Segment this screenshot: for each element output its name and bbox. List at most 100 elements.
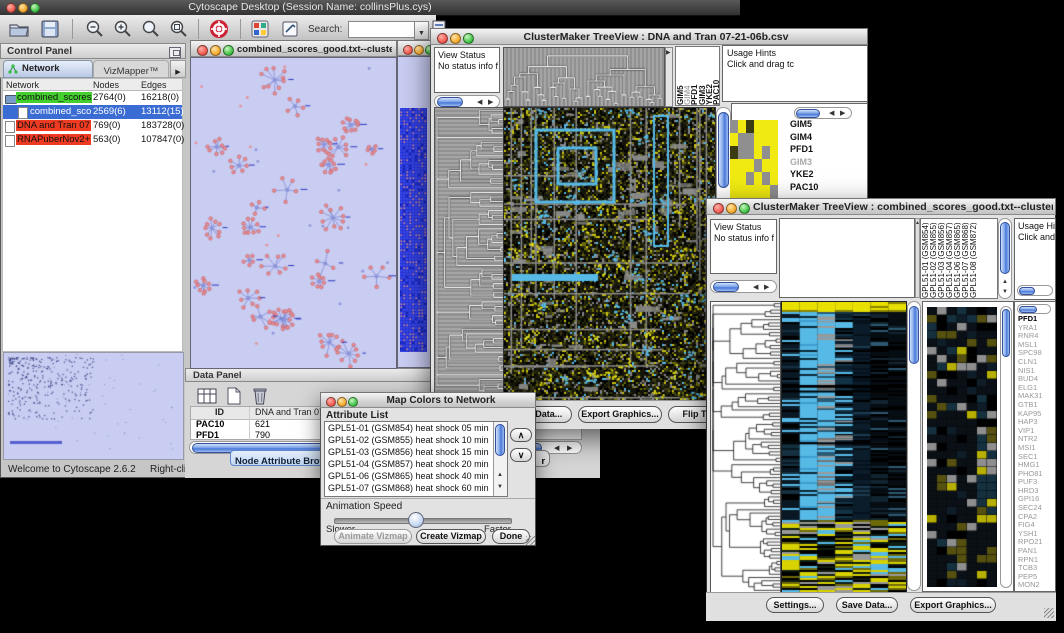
- tv2-heatmap[interactable]: [781, 301, 907, 593]
- network-row[interactable]: combined_sco2569(6)13112(15): [3, 105, 182, 119]
- scroll-left-icon[interactable]: ◀: [477, 99, 482, 106]
- attribute-list-item[interactable]: GPL51-03 (GSM856) heat shock 15 min: [325, 446, 493, 458]
- column-header-network[interactable]: Network: [6, 80, 39, 90]
- annotation-icon[interactable]: [280, 19, 300, 39]
- minimize-icon[interactable]: [414, 45, 424, 55]
- tv2-status-scrollbar[interactable]: ◀ ▶: [710, 280, 777, 293]
- move-up-button[interactable]: ∧: [510, 428, 532, 442]
- control-panel-header: Control Panel: [0, 43, 186, 59]
- tab-overflow-button[interactable]: ▶: [170, 60, 186, 78]
- new-document-icon[interactable]: [224, 386, 244, 406]
- id-column-header[interactable]: ID: [215, 407, 224, 417]
- network-frame1-title-bar[interactable]: combined_scores_good.txt--cluste...: [190, 40, 397, 57]
- close-icon[interactable]: [6, 3, 16, 13]
- network-view-canvas[interactable]: [190, 57, 397, 369]
- attribute-list-item[interactable]: GPL51-06 (GSM865) heat shock 40 min: [325, 470, 493, 482]
- minimize-icon[interactable]: [450, 33, 461, 44]
- scroll-up-icon[interactable]: ▲: [497, 472, 503, 479]
- tv1-dendro-strip[interactable]: ▶: [665, 47, 673, 107]
- tv1-summary-heatmap[interactable]: [730, 120, 780, 198]
- close-icon[interactable]: [713, 203, 724, 214]
- dialog-button-animate-vizmap[interactable]: Animate Vizmap: [334, 529, 412, 544]
- dialog-resize-grip[interactable]: [526, 536, 535, 545]
- scroll-right-icon[interactable]: ▶: [567, 445, 572, 452]
- zoom-window-icon[interactable]: [223, 45, 234, 56]
- tv1-button-export-graphics-[interactable]: Export Graphics...: [578, 406, 662, 423]
- network-row[interactable]: RNAPuberNov2+563(0)107847(0): [3, 133, 182, 147]
- tv1-row-dendrogram[interactable]: [434, 107, 504, 401]
- attribute-list-item[interactable]: GPL51-07 (GSM868) heat shock 60 min: [325, 482, 493, 494]
- dialog-button-create-vizmap[interactable]: Create Vizmap: [416, 529, 486, 544]
- minimize-icon[interactable]: [337, 397, 347, 407]
- zoom-window-icon[interactable]: [30, 3, 40, 13]
- tv2-hints-scrollbar[interactable]: [1017, 285, 1053, 296]
- open-file-icon[interactable]: [8, 19, 30, 39]
- tab-network[interactable]: Network: [3, 60, 93, 78]
- save-icon[interactable]: [40, 19, 60, 39]
- attribute-list-item[interactable]: GPL51-02 (GSM855) heat shock 10 min: [325, 434, 493, 446]
- tv2-button-export-graphics-[interactable]: Export Graphics...: [910, 597, 996, 613]
- close-icon[interactable]: [326, 397, 336, 407]
- minimize-icon[interactable]: [726, 203, 737, 214]
- help-lifebuoy-icon[interactable]: [208, 19, 230, 39]
- zoom-in-icon[interactable]: [112, 19, 134, 39]
- minimize-icon[interactable]: [210, 45, 221, 56]
- float-panel-icon[interactable]: [169, 47, 181, 58]
- map-dialog-title-bar[interactable]: Map Colors to Network: [320, 392, 536, 408]
- attribute-list-item[interactable]: GPL51-04 (GSM857) heat shock 20 min: [325, 458, 493, 470]
- search-input[interactable]: [348, 21, 416, 38]
- attribute-list-item[interactable]: GPL51-01 (GSM854) heat shock 05 min: [325, 422, 493, 434]
- network-overview-panel[interactable]: [3, 352, 184, 460]
- close-icon[interactable]: [403, 45, 413, 55]
- search-dropdown-button[interactable]: ▼: [414, 21, 429, 40]
- scroll-up-icon[interactable]: ▲: [1002, 279, 1008, 286]
- treeview1-title-bar[interactable]: ClusterMaker TreeView : DNA and Tran 07-…: [430, 28, 868, 45]
- tv2-heatmap-vscrollbar[interactable]: [907, 301, 921, 591]
- tv1-heatmap[interactable]: [503, 107, 716, 401]
- zoom-window-icon[interactable]: [348, 397, 358, 407]
- zoom-selected-icon[interactable]: [140, 19, 162, 39]
- scroll-left-icon[interactable]: ◀: [753, 284, 758, 291]
- dense-network-canvas[interactable]: [400, 108, 427, 352]
- zoom-out-icon[interactable]: [84, 19, 106, 39]
- slider-thumb[interactable]: [408, 512, 424, 528]
- scroll-left-icon[interactable]: ◀: [554, 445, 559, 452]
- tv2-summary-vscrollbar[interactable]: [1000, 306, 1012, 588]
- trash-icon[interactable]: [250, 386, 270, 406]
- attribute-listbox[interactable]: GPL51-01 (GSM854) heat shock 05 minGPL51…: [324, 421, 508, 497]
- network-row[interactable]: DNA and Tran 07769(0)183728(0): [3, 119, 182, 133]
- close-icon[interactable]: [197, 45, 208, 56]
- scroll-right-icon[interactable]: ▶: [840, 110, 845, 117]
- scroll-down-icon[interactable]: ▼: [497, 484, 503, 491]
- minimize-icon[interactable]: [18, 3, 28, 13]
- close-icon[interactable]: [437, 33, 448, 44]
- tv2-collabel-vscrollbar[interactable]: ▲ ▼: [998, 218, 1012, 299]
- tv2-column-tree-panel[interactable]: [779, 218, 915, 298]
- table-icon[interactable]: [196, 386, 218, 406]
- column-header-edges[interactable]: Edges: [141, 80, 167, 90]
- tv2-button-settings-[interactable]: Settings...: [766, 597, 824, 613]
- tv2-resize-grip[interactable]: [1044, 608, 1054, 618]
- move-down-button[interactable]: ∨: [510, 448, 532, 462]
- tv1-column-dendrogram[interactable]: [503, 47, 665, 107]
- tv2-summary-heatmap[interactable]: [927, 307, 997, 587]
- tab-vizmapper[interactable]: VizMapper™: [93, 60, 169, 78]
- zoom-fit-icon[interactable]: [168, 19, 190, 39]
- listbox-vscrollbar[interactable]: ▲ ▼: [493, 422, 507, 496]
- scroll-down-icon[interactable]: ▼: [1002, 289, 1008, 296]
- scroll-right-icon[interactable]: ▶: [764, 284, 769, 291]
- zoom-window-icon[interactable]: [739, 203, 750, 214]
- tv2-row-dendrogram[interactable]: [710, 301, 781, 593]
- scroll-left-icon[interactable]: ◀: [829, 110, 834, 117]
- scroll-right-icon[interactable]: ▶: [488, 99, 493, 106]
- tv2-button-save-data-[interactable]: Save Data...: [836, 597, 898, 613]
- vizmapper-palette-icon[interactable]: [250, 19, 270, 39]
- network-row[interactable]: combined_scores2764(0)16218(0): [3, 91, 182, 105]
- treeview2-title-bar[interactable]: ClusterMaker TreeView : combined_scores_…: [706, 198, 1056, 215]
- tv2-gene-scrollbar[interactable]: [1017, 304, 1051, 314]
- dialog-button-done[interactable]: Done: [492, 529, 530, 544]
- column-header-nodes[interactable]: Nodes: [93, 80, 119, 90]
- cytoscape-title-bar[interactable]: Cytoscape Desktop (Session Name: collins…: [0, 0, 740, 16]
- summary-cell: [730, 146, 738, 159]
- zoom-window-icon[interactable]: [463, 33, 474, 44]
